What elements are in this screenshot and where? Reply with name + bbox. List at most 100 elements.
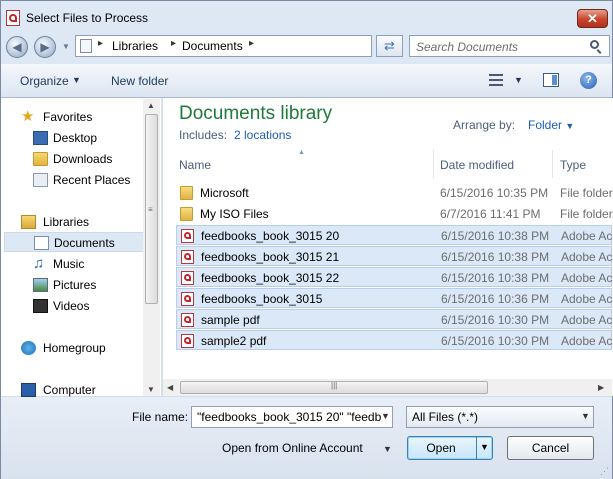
- recent-pages-dropdown[interactable]: ▼: [62, 42, 70, 51]
- breadcrumb-documents[interactable]: Documents: [182, 39, 243, 53]
- file-type: File folder: [560, 186, 613, 200]
- search-icon[interactable]: [590, 40, 599, 49]
- file-date: 6/7/2016 11:41 PM: [440, 207, 541, 221]
- nav-item-recent-places[interactable]: Recent Places: [1, 170, 141, 190]
- file-type: Adobe Acrobat: [561, 229, 613, 243]
- organize-button[interactable]: Organize: [20, 74, 69, 88]
- nav-item-label: Downloads: [53, 152, 113, 166]
- scroll-up-arrow-icon[interactable]: ▲: [147, 101, 155, 110]
- close-button[interactable]: ✕: [577, 9, 608, 28]
- file-type-select[interactable]: All Files (*.*) ▼: [406, 406, 594, 428]
- breadcrumb-libraries[interactable]: Libraries: [112, 39, 158, 53]
- file-row[interactable]: sample2 pdf 6/15/2016 10:30 PM Adobe Acrob…: [176, 330, 613, 350]
- new-folder-button[interactable]: New folder: [111, 74, 168, 88]
- file-row[interactable]: feedbooks_book_3015 21 6/15/2016 10:38 PM…: [176, 246, 613, 266]
- chevron-down-icon: ▼: [565, 121, 575, 131]
- breadcrumb-separator-icon[interactable]: ▸: [249, 38, 254, 49]
- back-button[interactable]: ◀: [6, 36, 28, 58]
- breadcrumb-separator-icon[interactable]: ▸: [98, 38, 103, 49]
- library-locations-link[interactable]: 2 locations: [234, 128, 291, 142]
- scrollbar-grip-icon: |||: [331, 381, 338, 390]
- file-type: Adobe Acrobat: [561, 292, 613, 306]
- scroll-right-arrow-icon[interactable]: ▶: [598, 383, 604, 392]
- scroll-down-arrow-icon[interactable]: ▼: [147, 385, 155, 394]
- file-name-dropdown-icon[interactable]: ▼: [381, 411, 390, 421]
- nav-item-favorites[interactable]: ★ Favorites: [1, 107, 141, 127]
- help-icon[interactable]: ?: [580, 72, 597, 89]
- arrange-by-label: Arrange by:: [453, 118, 516, 132]
- resize-grip-icon[interactable]: ⋰: [600, 466, 609, 477]
- breadcrumb-separator-icon[interactable]: ▸: [171, 38, 176, 49]
- nav-item-documents[interactable]: Documents: [4, 232, 144, 252]
- file-name: feedbooks_book_3015 22: [201, 271, 340, 285]
- view-options-dropdown-icon[interactable]: ▼: [514, 75, 523, 85]
- file-row[interactable]: Microsoft 6/15/2016 10:35 PM File folder: [176, 183, 613, 203]
- videos-icon: [33, 299, 48, 313]
- nav-item-music[interactable]: ♫ Music: [1, 254, 141, 274]
- column-header-label: Type: [560, 158, 587, 172]
- refresh-button[interactable]: ⇄: [376, 35, 403, 57]
- chevron-down-icon: ▼: [581, 411, 590, 421]
- file-date: 6/15/2016 10:38 PM: [441, 229, 550, 243]
- nav-item-label: Videos: [53, 299, 90, 313]
- file-name-input[interactable]: "feedbooks_book_3015 20" "feedb: [191, 406, 393, 428]
- nav-item-downloads[interactable]: Downloads: [1, 149, 141, 169]
- library-title: Documents library: [179, 103, 333, 124]
- file-name: feedbooks_book_3015 20: [201, 229, 340, 243]
- desktop-icon: [33, 131, 48, 145]
- file-name: sample2 pdf: [201, 334, 267, 348]
- nav-item-homegroup[interactable]: Homegroup: [1, 338, 141, 358]
- computer-icon: [21, 383, 36, 397]
- nav-item-libraries[interactable]: Libraries: [1, 212, 141, 232]
- libraries-icon: [21, 215, 36, 229]
- open-online-account-button[interactable]: Open from Online Account: [222, 441, 363, 455]
- column-header-label: Date modified: [440, 158, 515, 172]
- nav-item-label: Music: [53, 257, 85, 271]
- open-dropdown-icon[interactable]: ▼: [480, 442, 489, 452]
- chevron-down-icon[interactable]: ▼: [383, 444, 392, 454]
- folder-icon: [180, 207, 193, 221]
- column-header-type[interactable]: Type: [553, 150, 612, 178]
- column-header-date[interactable]: Date modified: [433, 150, 553, 178]
- pdf-icon: [181, 292, 194, 306]
- command-toolbar: Organize ▼ New folder ▼: [1, 64, 612, 98]
- file-type: Adobe Acrobat: [561, 334, 613, 348]
- forward-button[interactable]: ▶: [34, 36, 56, 58]
- recent-places-icon: [33, 173, 48, 187]
- file-row[interactable]: feedbooks_book_3015 20 6/15/2016 10:38 PM…: [176, 225, 613, 245]
- nav-item-pictures[interactable]: Pictures: [1, 275, 141, 295]
- search-placeholder: Search Documents: [416, 40, 519, 54]
- address-bar[interactable]: ▸ Libraries ▸ Documents ▸ ▼: [75, 35, 444, 57]
- file-date: 6/15/2016 10:36 PM: [441, 292, 550, 306]
- sort-ascending-icon: ▲: [298, 149, 305, 156]
- documents-icon: [34, 236, 49, 250]
- search-input[interactable]: Search Documents: [409, 35, 610, 57]
- pdf-icon: [181, 334, 194, 348]
- file-row[interactable]: feedbooks_book_3015 22 6/15/2016 10:38 PM…: [176, 267, 613, 287]
- file-row[interactable]: sample pdf 6/15/2016 10:30 PM Adobe Acroba…: [176, 309, 613, 329]
- open-button-label: Open: [426, 441, 456, 455]
- pdf-icon: [181, 271, 194, 285]
- file-date: 6/15/2016 10:38 PM: [441, 271, 550, 285]
- file-name-value: "feedbooks_book_3015 20" "feedb: [197, 410, 382, 424]
- nav-item-label: Homegroup: [43, 341, 106, 355]
- organize-dropdown-icon[interactable]: ▼: [72, 75, 81, 85]
- nav-item-videos[interactable]: Videos: [1, 296, 141, 316]
- preview-pane-icon[interactable]: [543, 73, 559, 87]
- file-type: Adobe Acrobat: [561, 313, 613, 327]
- pdf-icon: [181, 229, 194, 243]
- file-row[interactable]: feedbooks_book_3015 6/15/2016 10:36 PM Ado…: [176, 288, 613, 308]
- file-date: 6/15/2016 10:38 PM: [441, 250, 550, 264]
- scroll-left-arrow-icon[interactable]: ◀: [167, 383, 173, 392]
- nav-item-label: Pictures: [53, 278, 97, 292]
- nav-item-desktop[interactable]: Desktop: [1, 128, 141, 148]
- nav-item-label: Favorites: [43, 110, 93, 124]
- file-date: 6/15/2016 10:30 PM: [441, 334, 550, 348]
- pdf-icon: [181, 313, 194, 327]
- file-row[interactable]: My ISO Files 6/7/2016 11:41 PM File folder: [176, 204, 613, 224]
- cancel-button[interactable]: Cancel: [507, 436, 594, 460]
- file-date: 6/15/2016 10:35 PM: [440, 186, 549, 200]
- scrollbar-grip-icon: ≡: [148, 205, 153, 214]
- arrange-by-dropdown[interactable]: Folder ▼: [528, 118, 574, 132]
- change-view-icon[interactable]: [489, 74, 503, 86]
